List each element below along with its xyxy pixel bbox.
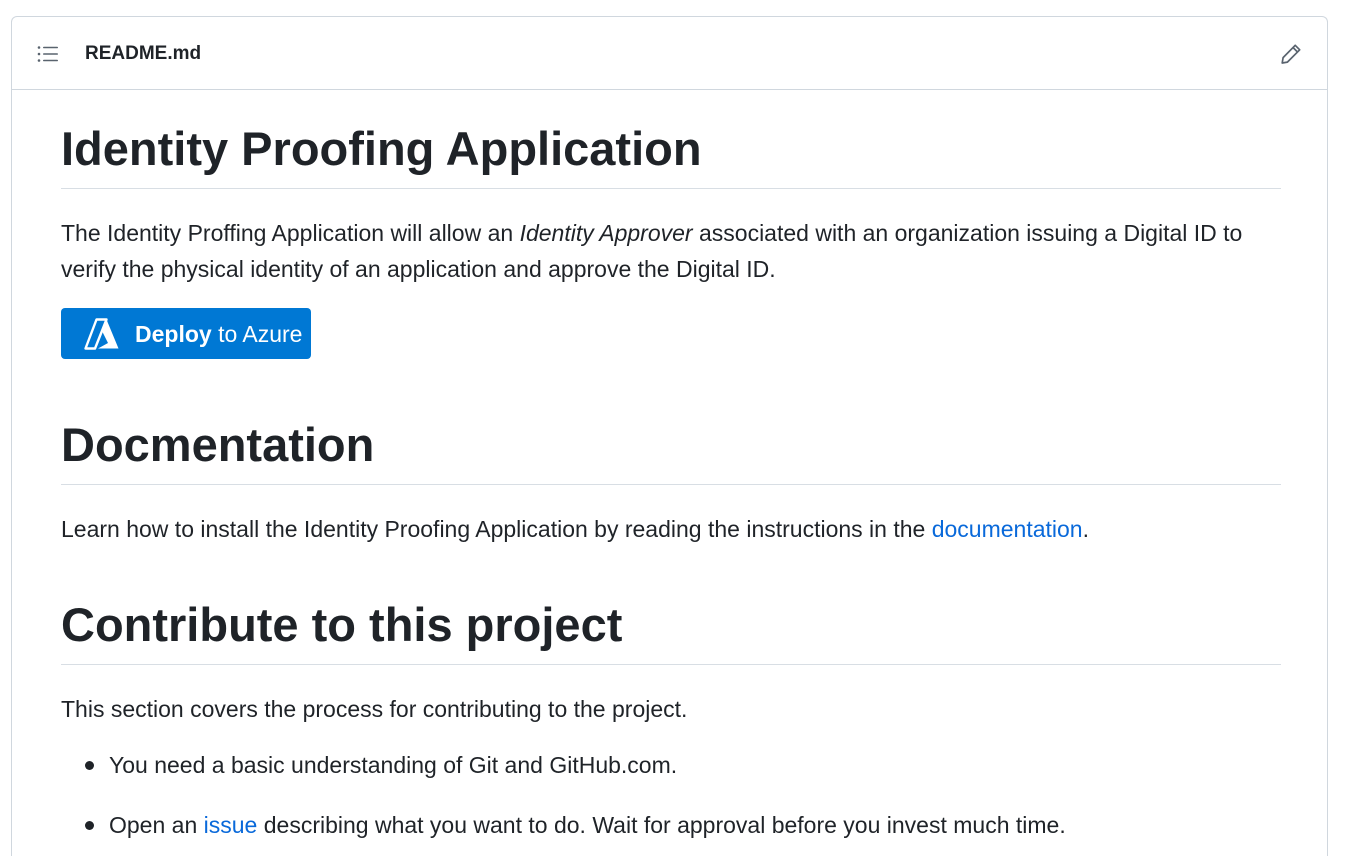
readme-panel: README.md Identity Proofing Application … [11, 16, 1328, 856]
list-item: You need a basic understanding of Git an… [85, 747, 1281, 783]
deploy-to-azure-button[interactable]: Deploy to Azure [61, 308, 311, 359]
documentation-link[interactable]: documentation [932, 516, 1083, 542]
file-name-link[interactable]: README.md [85, 41, 201, 67]
intro-paragraph: The Identity Proffing Application will a… [61, 215, 1281, 287]
list-item-text: You need a basic understanding of Git an… [109, 752, 678, 778]
edit-file-button[interactable] [1277, 41, 1305, 67]
docs-text-start: Learn how to install the Identity Proofi… [61, 516, 932, 542]
contribute-heading: Contribute to this project [61, 595, 1281, 665]
azure-logo-icon [84, 317, 119, 350]
deploy-button-label: Deploy to Azure [135, 319, 302, 349]
markdown-body: Identity Proofing Application The Identi… [61, 91, 1281, 867]
issue-link[interactable]: issue [204, 812, 258, 838]
contribute-list: You need a basic understanding of Git an… [61, 747, 1281, 843]
deploy-label-rest: to Azure [211, 320, 303, 347]
deploy-label-strong: Deploy [135, 320, 212, 347]
list-unordered-icon [37, 46, 58, 62]
docs-text-end: . [1082, 516, 1089, 542]
documentation-heading: Docmentation [61, 415, 1281, 485]
pencil-icon [1281, 44, 1301, 64]
page-title: Identity Proofing Application [61, 119, 1281, 189]
list-item-text-end: describing what you want to do. Wait for… [257, 812, 1066, 838]
outline-button[interactable] [34, 41, 62, 67]
list-item: Open an issue describing what you want t… [85, 807, 1281, 843]
intro-text-start: The Identity Proffing Application will a… [61, 220, 520, 246]
identity-approver-emphasis: Identity Approver [519, 220, 693, 246]
list-item-text-start: Open an [109, 812, 204, 838]
contribute-paragraph: This section covers the process for cont… [61, 696, 688, 722]
documentation-paragraph: Learn how to install the Identity Proofi… [61, 511, 1281, 547]
readme-header: README.md [12, 17, 1327, 90]
